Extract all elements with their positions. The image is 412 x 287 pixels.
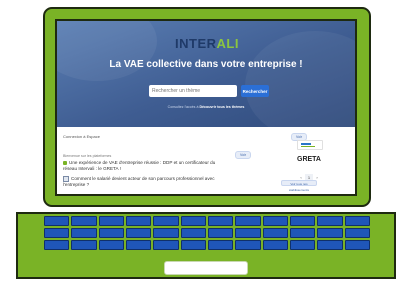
laptop-screen: INTERALI La VAE collective dans votre en… <box>55 19 357 196</box>
hero-decoration <box>57 21 157 81</box>
logo-mark <box>301 143 311 145</box>
keyboard-key <box>71 240 97 250</box>
partner-name: GRETA <box>297 156 321 163</box>
article-link[interactable]: Comment le salarié devient acteur de son… <box>63 176 223 188</box>
keyboard-key <box>153 240 179 250</box>
keyboard-key <box>235 216 261 226</box>
article-title: Comment le salarié devient acteur de son… <box>63 176 215 188</box>
keyboard-key <box>290 228 316 238</box>
article-link[interactable]: Une expérience de VAE d'entreprise réuss… <box>63 160 223 172</box>
keyboard-key <box>317 216 343 226</box>
keyboard-key <box>153 228 179 238</box>
search-input[interactable] <box>149 85 237 97</box>
keyboard-key <box>44 228 70 238</box>
keyboard-key <box>44 240 70 250</box>
keyboard-key <box>262 228 288 238</box>
site-logo[interactable]: INTERALI <box>175 36 239 51</box>
page-title: La VAE collective dans votre entreprise … <box>109 59 303 70</box>
carousel-stepper: ‹ 1 › <box>297 166 321 181</box>
logo-mark <box>301 146 315 147</box>
keyboard-key <box>344 228 370 238</box>
trackpad <box>164 261 248 275</box>
section-label: Bienvenue sur les plateformes <box>63 154 112 158</box>
keyboard-key <box>344 240 370 250</box>
hero-subtitle-prefix: Consultez l'accès à <box>167 105 200 109</box>
keyboard <box>44 216 370 250</box>
content-section: Connexion à Espace Voir Bienvenue sur le… <box>57 127 355 194</box>
keyboard-key <box>317 240 343 250</box>
keyboard-key <box>180 216 206 226</box>
keyboard-key <box>44 216 70 226</box>
keyboard-key <box>180 228 206 238</box>
keyboard-key <box>235 240 261 250</box>
keyboard-key <box>126 228 152 238</box>
all-partners-button[interactable]: Voir tous nos établissements <box>281 180 317 192</box>
keyboard-key <box>126 216 152 226</box>
article-title: Une expérience de VAE d'entreprise réuss… <box>63 160 216 171</box>
hero-banner: INTERALI La VAE collective dans votre en… <box>57 21 355 127</box>
keyboard-key <box>208 228 234 238</box>
keyboard-key <box>262 216 288 226</box>
keyboard-key <box>208 216 234 226</box>
keyboard-key <box>126 240 152 250</box>
hero-decoration <box>245 31 355 127</box>
keyboard-key <box>262 240 288 250</box>
keyboard-key <box>98 240 124 250</box>
keyboard-key <box>208 240 234 250</box>
greta-logo-icon <box>297 140 323 150</box>
logo-accent-text: ALI <box>216 36 239 51</box>
keyboard-key <box>153 216 179 226</box>
keyboard-key <box>98 228 124 238</box>
keyboard-key <box>180 240 206 250</box>
logo-main-text: INTER <box>175 36 217 51</box>
document-icon <box>63 176 69 182</box>
keyboard-key <box>344 216 370 226</box>
check-square-icon <box>63 160 67 165</box>
keyboard-key <box>71 216 97 226</box>
discover-themes-link[interactable]: Découvrir tous les thèmes <box>199 105 244 109</box>
keyboard-key <box>98 216 124 226</box>
search-button[interactable]: Rechercher <box>241 85 269 97</box>
view-pill-button[interactable]: Voir <box>235 151 252 159</box>
keyboard-key <box>290 240 316 250</box>
hero-subtitle: Consultez l'accès à Découvrir tous les t… <box>57 105 355 109</box>
keyboard-key <box>235 228 261 238</box>
login-link[interactable]: Connexion à Espace <box>63 134 100 139</box>
keyboard-key <box>71 228 97 238</box>
keyboard-key <box>290 216 316 226</box>
keyboard-key <box>317 228 343 238</box>
